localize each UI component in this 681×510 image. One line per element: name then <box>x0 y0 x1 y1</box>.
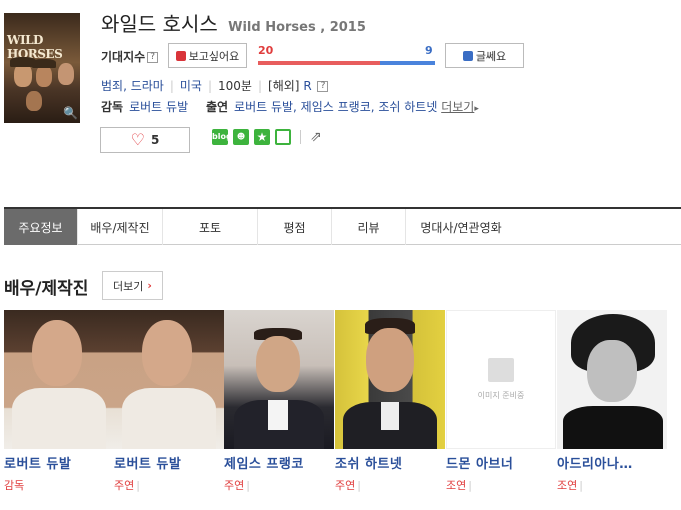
want-count: 20 <box>258 44 274 57</box>
blog-share-icon[interactable]: blog <box>212 129 232 145</box>
me2day-share-icon[interactable]: ☻ <box>233 129 249 145</box>
section-title: 배우/제작진 <box>4 279 89 299</box>
dislike-button[interactable]: 글쎄요 <box>445 43 524 68</box>
expect-label: 기대지수? <box>101 48 159 65</box>
person-photo[interactable] <box>4 310 114 449</box>
movie-meta: 범죄, 드라마 | 미국 | 100분 | [해외] R ? <box>101 77 329 94</box>
chevron-right-icon: ▸ <box>474 104 479 114</box>
person-role: 조연 | <box>557 479 583 492</box>
person-role: 주연 | <box>224 479 250 492</box>
person-name[interactable]: 로버트 듀발 <box>114 453 224 472</box>
section-more-button[interactable]: 더보기 › <box>102 271 163 300</box>
like-count: 5 <box>150 133 160 147</box>
movie-poster[interactable]: WILD HORSES 🔍 <box>4 13 80 123</box>
person-card[interactable]: 로버트 듀발 주연 | <box>114 310 224 493</box>
no-image-text: 이미지 준비중 <box>477 391 525 400</box>
share-icon[interactable]: ⇗ <box>310 129 322 145</box>
person-role: 주연 | <box>335 479 361 492</box>
person-name[interactable]: 제임스 프랭코 <box>224 453 334 472</box>
bookmark-share-icon[interactable] <box>275 129 291 145</box>
want-bar <box>258 61 380 65</box>
title-english: Wild Horses , 2015 <box>228 20 366 35</box>
want-to-see-button[interactable]: 보고싶어요 <box>168 43 247 68</box>
cast-links[interactable]: 로버트 듀발, 제임스 프랭코, 조쉬 하트넷 <box>234 100 437 114</box>
person-card[interactable]: 제임스 프랭코 주연 | <box>224 310 334 493</box>
person-photo[interactable] <box>335 310 445 449</box>
cast-label: 출연 <box>205 100 229 114</box>
genre-link[interactable]: 범죄, 드라마 <box>101 79 164 93</box>
person-card[interactable]: 조쉬 하트넷 주연 | <box>335 310 445 493</box>
person-role: 조연 | <box>446 479 472 492</box>
dislike-bar <box>380 61 435 65</box>
person-name[interactable]: 아드리아나… <box>557 453 667 472</box>
magnify-icon[interactable]: 🔍 <box>63 106 78 120</box>
runtime: 100분 <box>218 79 252 93</box>
thumbs-down-icon <box>462 50 473 61</box>
cast-more-link[interactable]: 더보기 <box>441 100 474 114</box>
chevron-right-icon: › <box>147 279 152 292</box>
thumbs-up-icon <box>175 50 186 61</box>
movie-title: 와일드 호시스 Wild Horses , 2015 <box>101 8 366 37</box>
tab-review[interactable]: 리뷰 <box>332 209 406 245</box>
tab-rating[interactable]: 평점 <box>258 209 332 245</box>
tab-quotes-related[interactable]: 명대사/연관영화 <box>406 209 516 245</box>
person-card[interactable]: 이미지 준비중 드몬 아브너 조연 | <box>446 310 556 493</box>
person-card[interactable]: 아드리아나… 조연 | <box>557 310 667 493</box>
person-photo[interactable] <box>224 310 334 449</box>
person-photo[interactable] <box>114 310 224 449</box>
person-photo-placeholder[interactable]: 이미지 준비중 <box>446 310 556 449</box>
tab-cast-crew[interactable]: 배우/제작진 <box>78 209 163 245</box>
tab-main-info[interactable]: 주요정보 <box>4 209 78 245</box>
person-card[interactable]: 로버트 듀발 감독 <box>4 310 114 493</box>
rating-prefix: [해외] <box>268 79 300 93</box>
tab-bar: 주요정보 배우/제작진 포토 평점 리뷰 명대사/연관영화 <box>4 207 681 245</box>
help-icon[interactable]: ? <box>147 52 159 63</box>
heart-icon: ♡ <box>130 130 145 149</box>
no-image-icon <box>488 358 514 382</box>
person-name[interactable]: 조쉬 하트넷 <box>335 453 445 472</box>
rating-help-icon[interactable]: ? <box>317 81 329 92</box>
like-button[interactable]: ♡ 5 <box>100 127 190 153</box>
person-name[interactable]: 드몬 아브너 <box>446 453 556 472</box>
title-korean: 와일드 호시스 <box>101 12 218 36</box>
rating: R <box>303 79 312 93</box>
tab-photo[interactable]: 포토 <box>163 209 258 245</box>
person-role: 주연 | <box>114 479 140 492</box>
person-name[interactable]: 로버트 듀발 <box>4 453 114 472</box>
dislike-count: 9 <box>425 44 433 57</box>
share-bar: blog ☻ ★ ⇗ <box>212 129 322 145</box>
star-share-icon[interactable]: ★ <box>254 129 270 145</box>
director-link[interactable]: 로버트 듀발 <box>129 100 188 114</box>
person-photo[interactable] <box>557 310 667 449</box>
crew-line: 감독 로버트 듀발 출연 로버트 듀발, 제임스 프랭코, 조쉬 하트넷 더보기▸ <box>101 98 479 115</box>
country-link[interactable]: 미국 <box>180 79 202 93</box>
person-role: 감독 <box>4 479 25 492</box>
director-label: 감독 <box>101 100 124 114</box>
